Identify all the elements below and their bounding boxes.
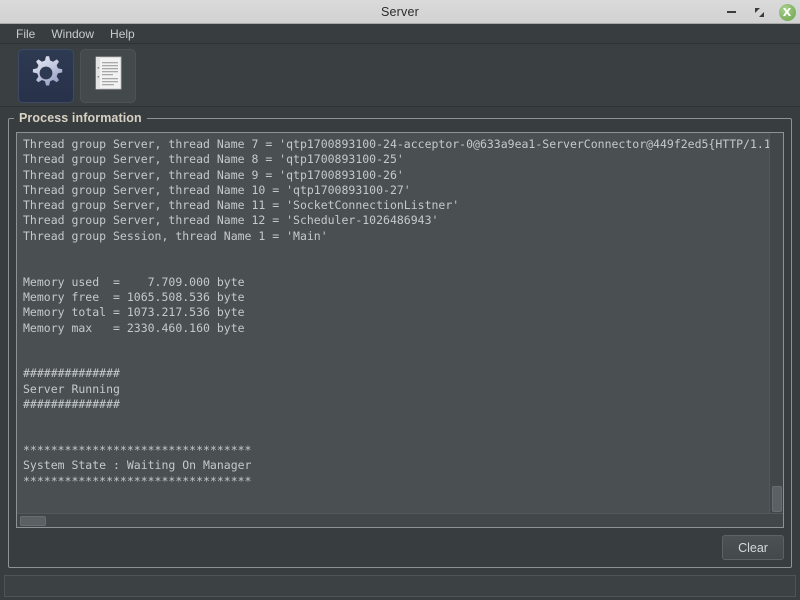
menu-item-file[interactable]: File — [8, 25, 43, 43]
window-titlebar[interactable]: Server X — [0, 0, 800, 24]
group-label-process-information: Process information — [14, 111, 147, 125]
toolbar — [0, 45, 800, 107]
document-icon — [88, 53, 128, 98]
close-icon: X — [778, 3, 796, 21]
close-button[interactable]: X — [778, 3, 796, 21]
settings-gear-icon — [26, 53, 66, 98]
menu-item-help[interactable]: Help — [102, 25, 143, 43]
maximize-button[interactable] — [750, 3, 768, 21]
menu-item-window[interactable]: Window — [43, 25, 102, 43]
horizontal-scrollbar-thumb[interactable] — [20, 516, 46, 526]
statusbar — [4, 575, 796, 597]
menubar: File Window Help — [0, 24, 800, 44]
vertical-scrollbar[interactable] — [769, 133, 783, 515]
window-controls: X — [722, 0, 796, 24]
horizontal-scrollbar[interactable] — [17, 513, 783, 527]
process-log-text: Thread group Server, thread Name 7 = 'qt… — [23, 137, 771, 488]
toolbar-button-settings[interactable] — [18, 48, 74, 103]
vertical-scrollbar-thumb[interactable] — [772, 486, 782, 512]
window-title: Server — [380, 4, 420, 19]
process-log-textarea[interactable]: Thread group Server, thread Name 7 = 'qt… — [16, 132, 784, 528]
maximize-icon — [754, 7, 764, 17]
minimize-button[interactable] — [722, 3, 740, 21]
clear-button[interactable]: Clear — [722, 535, 784, 560]
minimize-icon — [726, 11, 736, 13]
toolbar-button-document[interactable] — [80, 48, 136, 103]
